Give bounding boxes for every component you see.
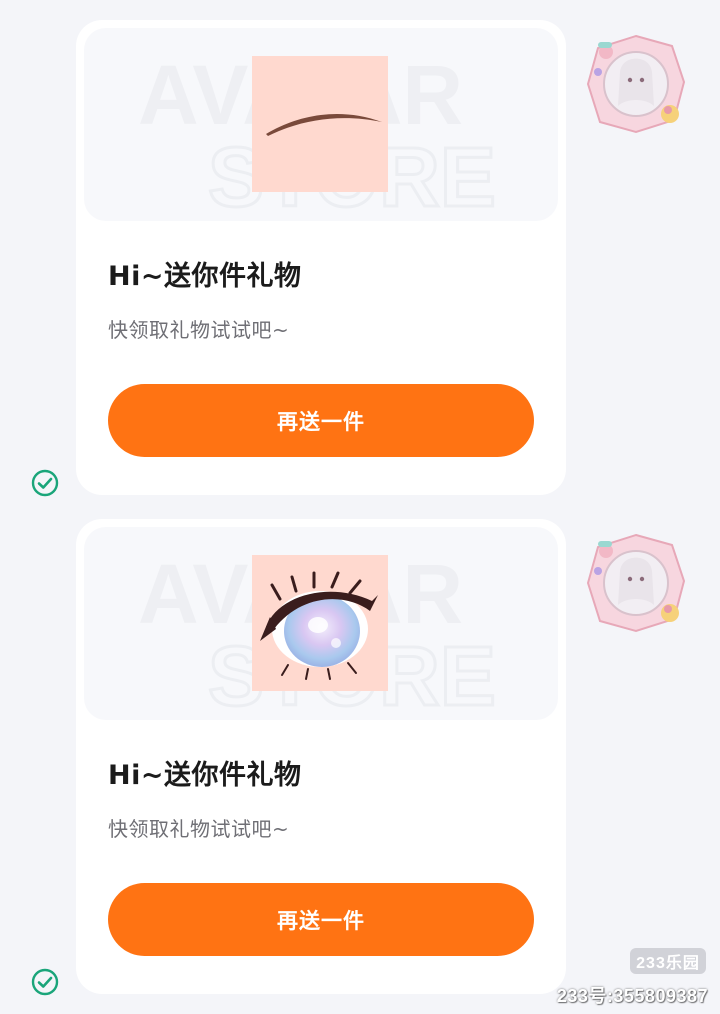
gift-title: Hi~送你件礼物 — [108, 760, 302, 791]
site-id-watermark: 233号:355809387 — [556, 986, 708, 1006]
eyebrow-item-image — [252, 56, 388, 192]
gift-preview: AVATAR STORE — [84, 28, 558, 221]
gift-message: AVATAR STORE — [0, 519, 720, 999]
gift-title: Hi~送你件礼物 — [108, 261, 302, 292]
eye-icon — [260, 571, 378, 680]
gift-card[interactable]: AVATAR STORE Hi~送你件礼物 快领取礼物试试吧~ 再送一件 — [76, 20, 566, 495]
eyebrow-icon — [266, 113, 382, 136]
chat-page: AVATAR STORE Hi~送你件礼物 快领取礼物试试吧~ 再送一件 — [0, 0, 720, 1014]
gift-subtitle: 快领取礼物试试吧~ — [108, 817, 290, 841]
user-avatar[interactable] — [584, 531, 688, 635]
send-another-button[interactable]: 再送一件 — [108, 384, 534, 457]
gift-message: AVATAR STORE Hi~送你件礼物 快领取礼物试试吧~ 再送一件 — [0, 20, 720, 500]
site-badge: 233乐园 — [630, 948, 706, 974]
check-circle-icon — [31, 469, 59, 497]
gift-subtitle: 快领取礼物试试吧~ — [108, 318, 290, 342]
gift-preview: AVATAR STORE — [84, 527, 558, 720]
user-avatar[interactable] — [584, 32, 688, 136]
gift-card[interactable]: AVATAR STORE — [76, 519, 566, 994]
check-circle-icon — [31, 968, 59, 996]
send-another-button[interactable]: 再送一件 — [108, 883, 534, 956]
eye-item-image — [252, 555, 388, 691]
